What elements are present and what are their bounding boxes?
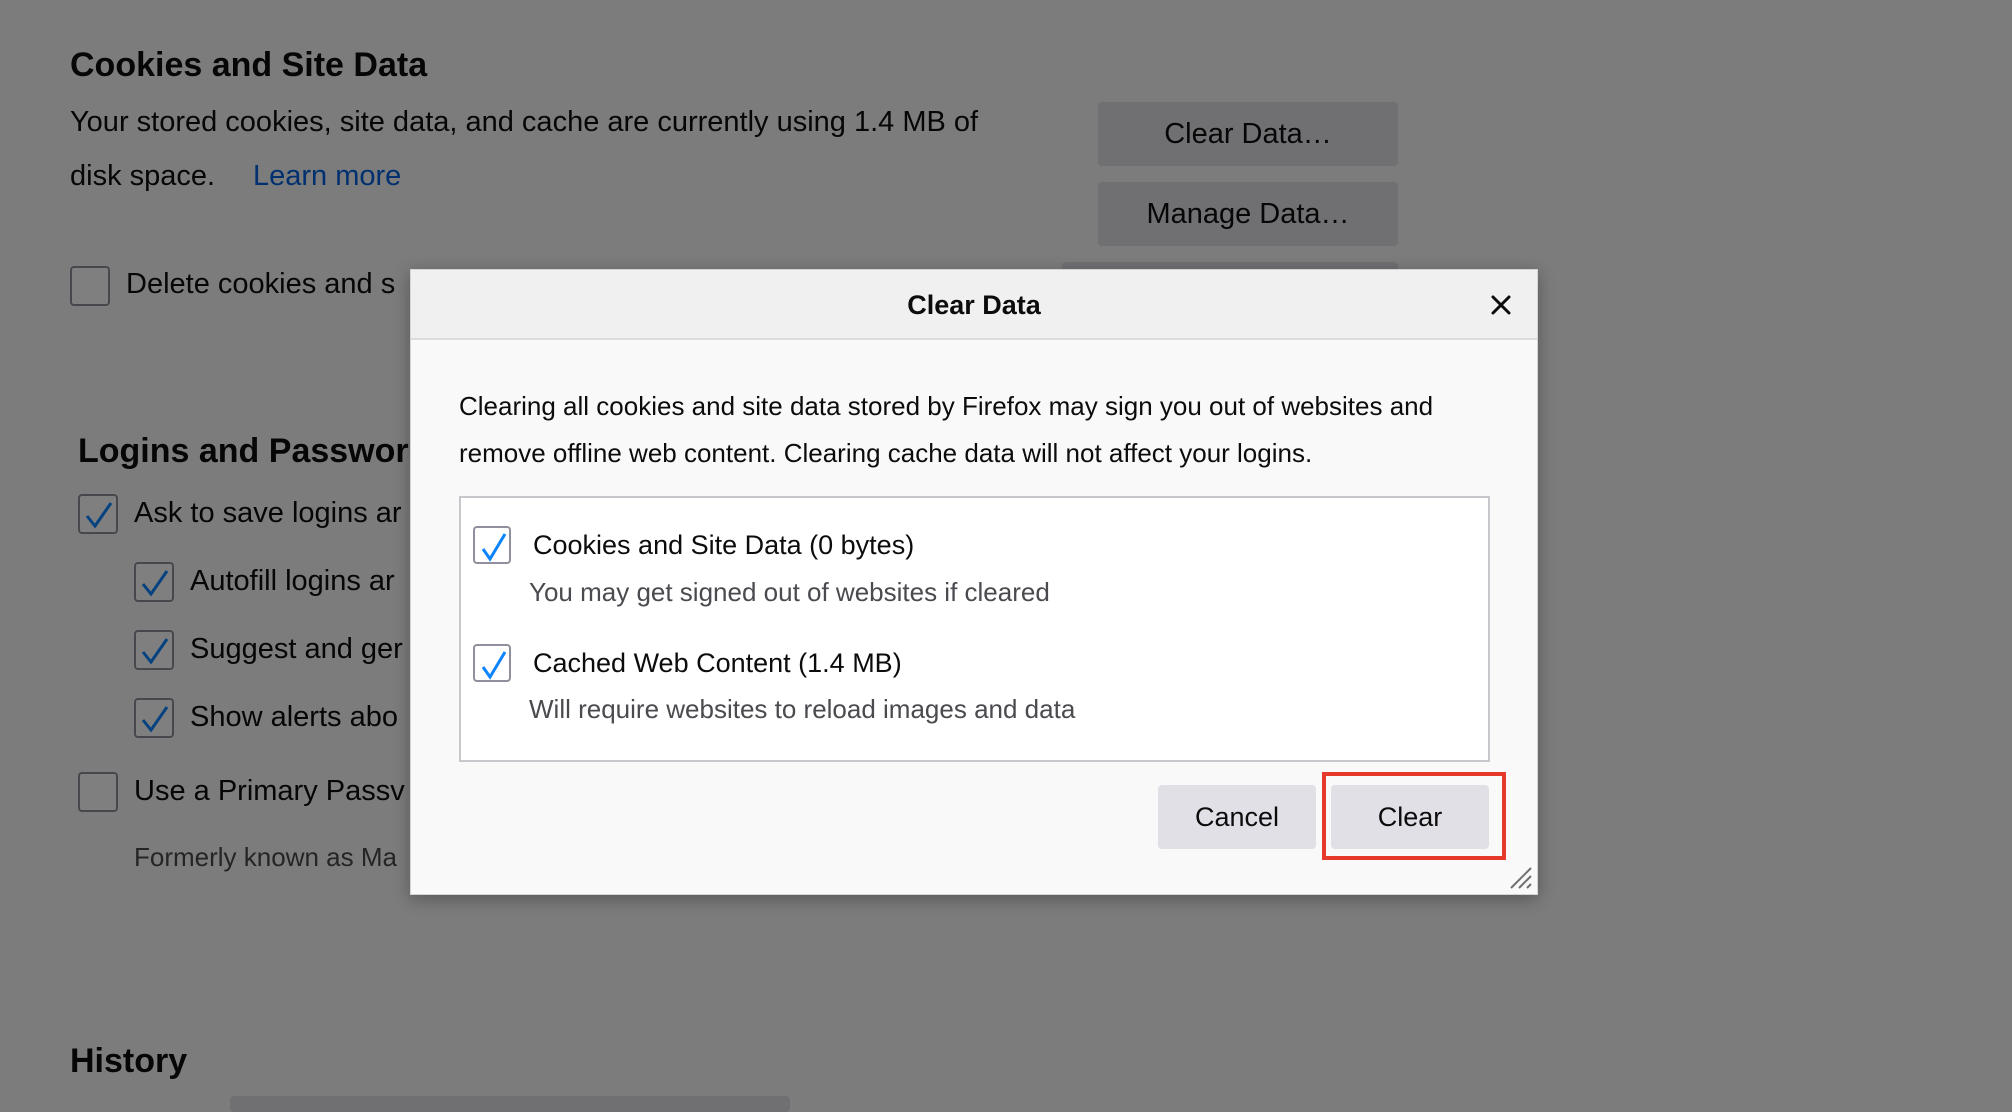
cookies-site-data-sublabel: You may get signed out of websites if cl… (529, 577, 1050, 607)
checkmark-icon (481, 533, 507, 562)
cancel-button[interactable]: Cancel (1158, 785, 1316, 849)
checkmark-icon (481, 651, 507, 680)
cached-web-content-label: Cached Web Content (1.4 MB) (533, 648, 902, 678)
close-button[interactable] (1483, 287, 1519, 323)
cached-web-content-sublabel: Will require websites to reload images a… (529, 694, 1076, 724)
dialog-description: Clearing all cookies and site data store… (459, 391, 1434, 468)
dialog-title: Clear Data (907, 290, 1041, 320)
dialog-header: Clear Data (411, 270, 1537, 340)
cookies-site-data-checkbox[interactable] (473, 526, 511, 564)
close-icon (1491, 295, 1511, 315)
clear-button-highlight (1322, 772, 1506, 860)
cookies-site-data-label: Cookies and Site Data (0 bytes) (533, 530, 915, 560)
cached-web-content-checkbox[interactable] (473, 644, 511, 682)
resize-grip-icon[interactable] (1507, 864, 1533, 890)
clear-options-list: Cookies and Site Data (0 bytes) You may … (459, 496, 1490, 762)
